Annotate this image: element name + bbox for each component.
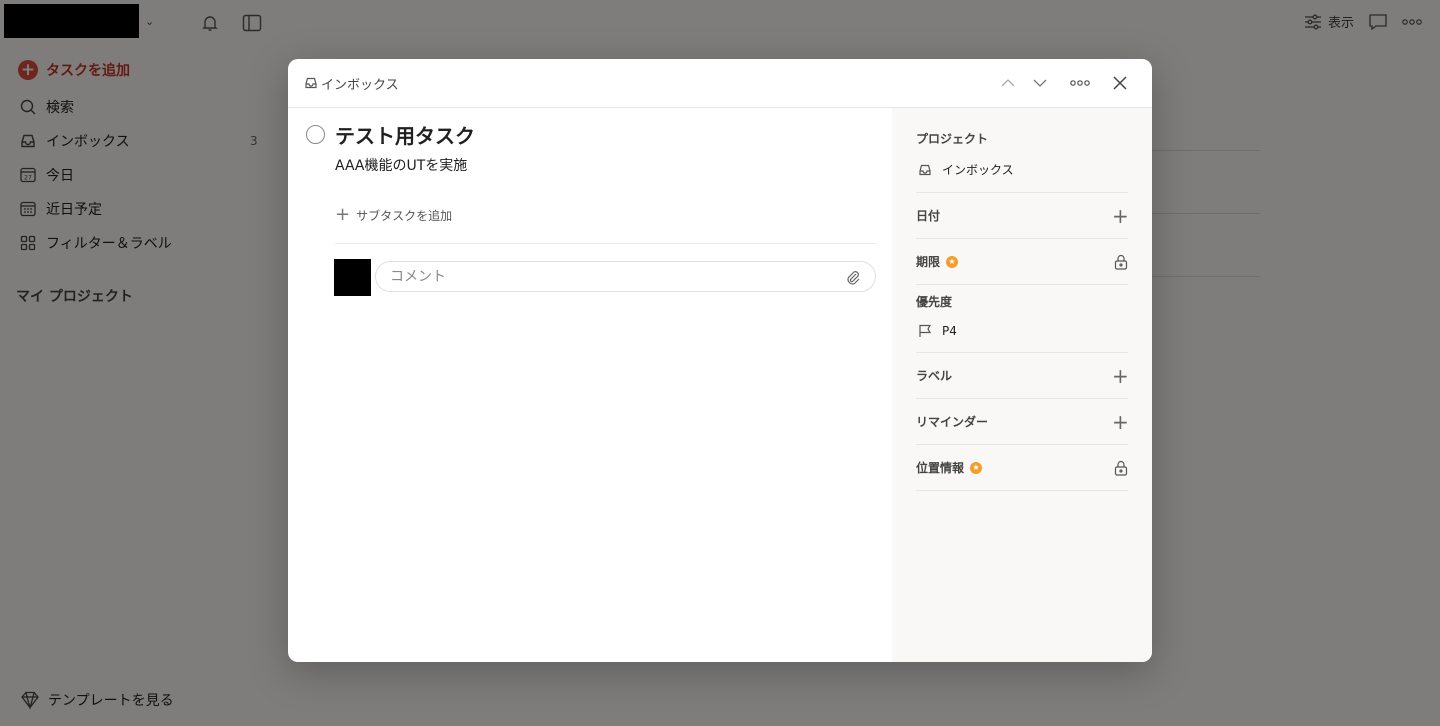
- plus-icon[interactable]: +: [1112, 366, 1129, 386]
- more-actions-button[interactable]: [1064, 67, 1096, 99]
- upgrade-star-icon: ★: [970, 461, 983, 474]
- add-subtask-button[interactable]: + サブタスクを追加: [335, 206, 452, 224]
- comment-input[interactable]: [390, 268, 845, 285]
- modal-header: インボックス: [288, 59, 1152, 108]
- location-field[interactable]: 位置情報 ★: [916, 445, 1128, 491]
- inbox-icon: [305, 77, 317, 89]
- next-task-button[interactable]: [1024, 67, 1056, 99]
- upgrade-star-icon: ★: [946, 255, 959, 268]
- chevron-up-icon: [1001, 79, 1015, 87]
- close-icon: [1113, 76, 1127, 90]
- task-description[interactable]: AAA機能のUTを実施: [335, 155, 467, 175]
- flag-icon: [919, 324, 932, 337]
- reminder-field[interactable]: リマインダー +: [916, 399, 1129, 445]
- location-label: 位置情報: [916, 461, 965, 475]
- priority-text: P4: [942, 324, 957, 338]
- complete-task-checkbox[interactable]: [306, 125, 325, 144]
- modal-body: テスト用タスク AAA機能のUTを実施 + サブタスクを追加 プロジェクト イン…: [288, 108, 1152, 662]
- paperclip-icon[interactable]: [845, 269, 861, 285]
- reminder-label: リマインダー: [916, 415, 989, 429]
- close-button[interactable]: [1104, 67, 1136, 99]
- project-field[interactable]: プロジェクト インボックス: [916, 122, 1128, 193]
- lock-icon[interactable]: [1114, 460, 1128, 476]
- priority-field[interactable]: 優先度 P4: [916, 285, 1128, 353]
- avatar: [334, 259, 371, 296]
- date-field[interactable]: 日付 +: [916, 193, 1129, 239]
- plus-icon[interactable]: +: [1112, 206, 1129, 226]
- lock-icon[interactable]: [1114, 254, 1128, 270]
- add-subtask-label: サブタスクを追加: [356, 208, 453, 223]
- plus-icon: +: [335, 204, 351, 225]
- plus-icon[interactable]: +: [1112, 412, 1129, 432]
- labels-label: ラベル: [916, 369, 953, 383]
- labels-field[interactable]: ラベル +: [916, 353, 1129, 399]
- date-label: 日付: [916, 209, 941, 223]
- header-actions: [992, 67, 1136, 99]
- previous-task-button[interactable]: [992, 67, 1024, 99]
- comment-box[interactable]: [375, 261, 876, 292]
- task-title[interactable]: テスト用タスク: [335, 120, 475, 149]
- task-main-column: テスト用タスク AAA機能のUTを実施 + サブタスクを追加: [288, 108, 892, 662]
- chevron-down-icon: [1033, 79, 1047, 87]
- priority-value[interactable]: P4: [916, 310, 1128, 352]
- project-name: インボックス: [942, 163, 1014, 177]
- task-detail-modal: インボックス テスト用タスク AAA機能のUTを実施 + サブタスクを追加 コメ…: [288, 59, 1152, 662]
- priority-label: 優先度: [916, 295, 953, 309]
- deadline-label: 期限: [916, 255, 941, 269]
- project-label: プロジェクト: [916, 132, 989, 146]
- divider: [335, 243, 876, 244]
- project-value[interactable]: インボックス: [916, 147, 1128, 192]
- breadcrumb[interactable]: インボックス: [304, 74, 399, 93]
- deadline-field[interactable]: 期限 ★: [916, 239, 1128, 285]
- more-horizontal-icon: [1070, 80, 1090, 86]
- task-attributes-panel: プロジェクト インボックス 日付 + 期限 ★ 優先度 P4 ラベル + リマイ…: [892, 108, 1152, 662]
- inbox-icon: [919, 164, 931, 175]
- breadcrumb-project: インボックス: [321, 77, 399, 93]
